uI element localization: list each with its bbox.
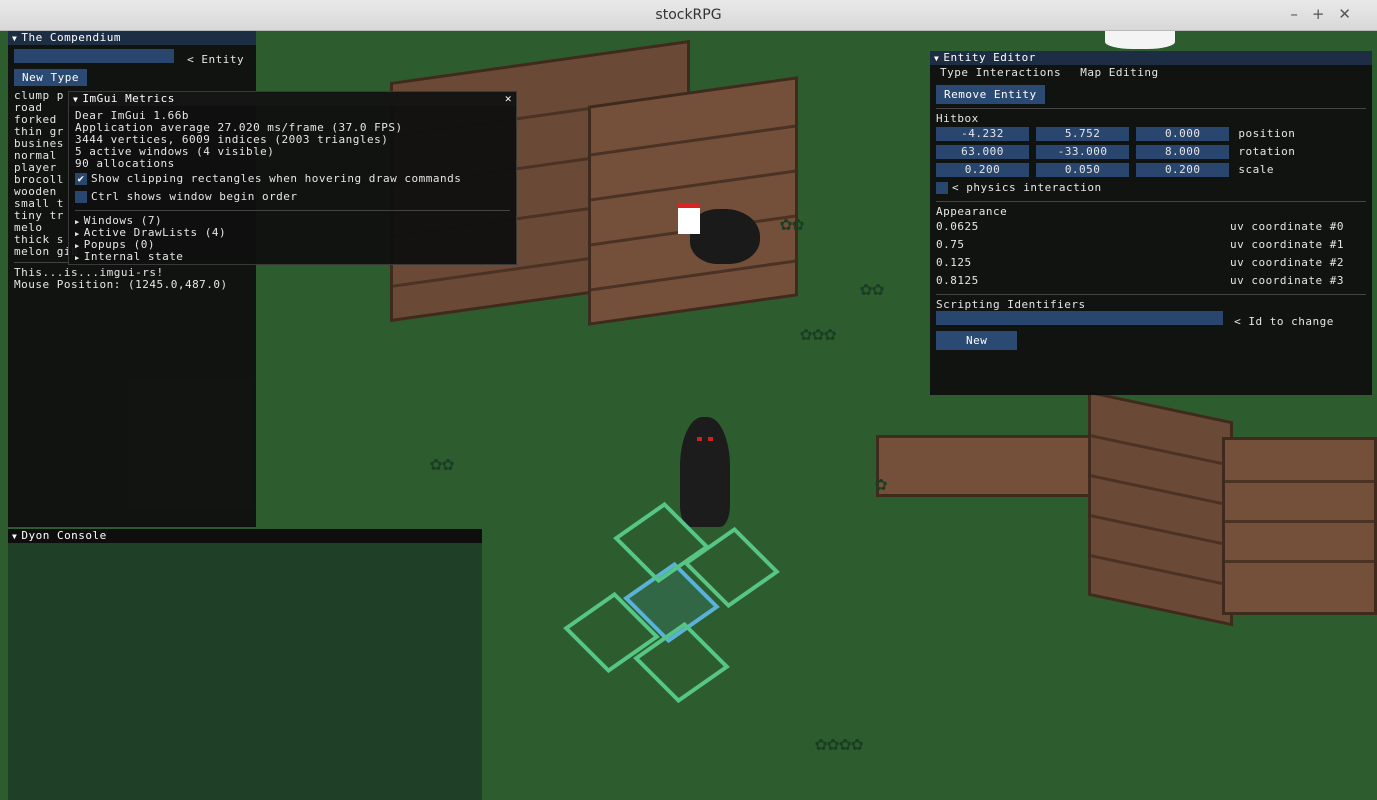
scale-y-field[interactable]: 0.050	[1036, 163, 1130, 177]
physics-checkbox[interactable]	[936, 182, 948, 194]
id-to-change-input[interactable]	[936, 311, 1223, 325]
uv-label: uv coordinate #0	[1230, 220, 1344, 233]
wooden-crate	[1222, 437, 1377, 615]
caret-right-icon: ▶	[75, 254, 80, 262]
chicken-head	[678, 203, 700, 234]
metrics-allocations: 90 allocations	[75, 157, 175, 170]
chicken-sprite	[690, 209, 760, 264]
hitbox-label: Hitbox	[936, 112, 979, 125]
rotation-x-field[interactable]: 63.000	[936, 145, 1029, 159]
begin-order-checkbox[interactable]	[75, 191, 87, 203]
minimize-button[interactable]: –	[1290, 5, 1312, 23]
scripting-label: Scripting Identifiers	[936, 298, 1086, 311]
entity-label: < Entity	[187, 53, 245, 66]
caret-right-icon: ▶	[75, 230, 80, 238]
shrub-sprite: ✿✿	[780, 211, 805, 235]
new-identifier-button[interactable]: New	[936, 331, 1018, 350]
position-z-field[interactable]: 0.000	[1136, 127, 1230, 141]
entity-editor-title: Entity Editor	[943, 51, 1036, 64]
id-to-change-label: < Id to change	[1234, 315, 1334, 328]
begin-order-label: Ctrl shows window begin order	[91, 190, 298, 203]
close-button[interactable]: ✕	[1338, 5, 1365, 23]
metrics-header[interactable]: ▼ ImGui Metrics ✕	[69, 92, 516, 106]
shrub-sprite: ✿✿✿✿	[815, 731, 864, 755]
shrub-sprite: ✿✿✿	[800, 321, 837, 345]
rotation-label: rotation	[1238, 145, 1296, 158]
uv-label: uv coordinate #2	[1230, 256, 1344, 269]
position-y-field[interactable]: 5.752	[1036, 127, 1130, 141]
dyon-console-header[interactable]: ▼ Dyon Console	[8, 529, 482, 543]
menu-type-interactions[interactable]: Type Interactions	[940, 66, 1061, 79]
compendium-title: The Compendium	[21, 31, 122, 44]
metrics-panel[interactable]: ▼ ImGui Metrics ✕ Dear ImGui 1.66b Applic…	[68, 91, 517, 265]
entity-editor-panel[interactable]: ▼ Entity Editor Type Interactions Map Edi…	[930, 51, 1372, 395]
compendium-header[interactable]: ▼ The Compendium	[8, 31, 256, 45]
wooden-fence	[876, 435, 1106, 497]
caret-right-icon: ▶	[75, 242, 80, 250]
maximize-button[interactable]: +	[1312, 5, 1339, 23]
shrub-sprite: ✿	[875, 471, 888, 495]
remove-entity-button[interactable]: Remove Entity	[936, 85, 1045, 104]
clip-rects-checkbox[interactable]: ✔	[75, 173, 87, 185]
shrub-sprite: ✿✿	[430, 451, 455, 475]
uv-value[interactable]: 0.75	[936, 238, 965, 251]
shrub-sprite: ✿✿	[860, 276, 885, 300]
dyon-console-panel[interactable]: ▼ Dyon Console	[8, 529, 482, 800]
wooden-crate	[1088, 390, 1233, 627]
clip-rects-label: Show clipping rectangles when hovering d…	[91, 172, 462, 185]
new-type-button[interactable]: New Type	[14, 69, 87, 86]
uv-value[interactable]: 0.125	[936, 256, 972, 269]
metrics-title: ImGui Metrics	[82, 92, 175, 105]
entity-input[interactable]	[14, 49, 174, 63]
scale-x-field[interactable]: 0.200	[936, 163, 1029, 177]
chicken-sprite	[1105, 31, 1175, 49]
uv-label: uv coordinate #3	[1230, 274, 1344, 287]
entity-editor-header[interactable]: ▼ Entity Editor	[930, 51, 1372, 65]
position-x-field[interactable]: -4.232	[936, 127, 1029, 141]
rotation-y-field[interactable]: -33.000	[1036, 145, 1130, 159]
window-titlebar[interactable]: stockRPG –+✕	[0, 0, 1377, 31]
scale-label: scale	[1238, 163, 1274, 176]
mouse-position-readout: Mouse Position: (1245.0,487.0)	[14, 278, 228, 291]
caret-right-icon: ▶	[75, 218, 80, 226]
dyon-console-title: Dyon Console	[21, 529, 107, 542]
tree-node-internal[interactable]: ▶ Internal state	[75, 251, 510, 263]
appearance-label: Appearance	[936, 205, 1008, 218]
uv-value[interactable]: 0.0625	[936, 220, 979, 233]
wooden-crate	[588, 76, 798, 326]
uv-label: uv coordinate #1	[1230, 238, 1344, 251]
scale-z-field[interactable]: 0.200	[1136, 163, 1230, 177]
window-title: stockRPG	[655, 7, 722, 23]
position-label: position	[1238, 127, 1296, 140]
menu-map-editing[interactable]: Map Editing	[1080, 66, 1158, 79]
rotation-z-field[interactable]: 8.000	[1136, 145, 1230, 159]
player-character	[680, 417, 730, 527]
uv-value[interactable]: 0.8125	[936, 274, 979, 287]
physics-label: < physics interaction	[952, 181, 1102, 194]
close-icon[interactable]: ✕	[505, 92, 512, 106]
